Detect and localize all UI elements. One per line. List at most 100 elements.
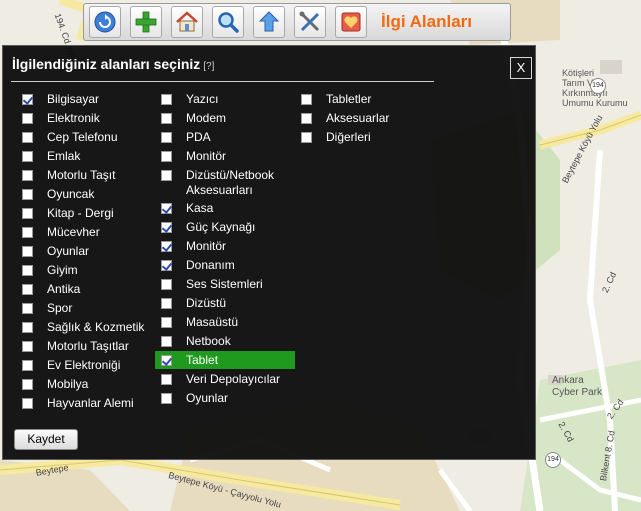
interest-checkbox[interactable] (161, 222, 172, 233)
interest-checkbox[interactable] (161, 170, 172, 181)
interest-option[interactable]: Motorlu Taşıt (22, 166, 167, 185)
interest-checkbox[interactable] (161, 279, 172, 290)
interest-checkbox[interactable] (22, 379, 33, 390)
interest-label: Hayvanlar Alemi (47, 396, 134, 410)
interests-dialog: İlgilendiğiniz alanları seçiniz [?] X Bil… (2, 45, 536, 460)
interest-checkbox[interactable] (161, 241, 172, 252)
help-link[interactable]: [?] (203, 61, 214, 72)
interest-option[interactable]: Kitap - Dergi (22, 204, 167, 223)
interest-checkbox[interactable] (22, 132, 33, 143)
interest-option[interactable]: Masaüstü (161, 313, 306, 332)
interest-checkbox[interactable] (22, 208, 33, 219)
interest-checkbox[interactable] (22, 303, 33, 314)
interest-option[interactable]: Modem (161, 109, 306, 128)
interest-checkbox[interactable] (161, 374, 172, 385)
interest-checkbox[interactable] (22, 189, 33, 200)
interest-checkbox[interactable] (22, 94, 33, 105)
interest-label: Ses Sistemleri (186, 277, 263, 291)
interest-option[interactable]: Emlak (22, 147, 167, 166)
interest-option[interactable]: Mobilya (22, 375, 167, 394)
interest-option[interactable]: Veri Depolayıcılar (161, 370, 306, 389)
refresh-button[interactable] (89, 6, 121, 38)
interest-checkbox[interactable] (161, 113, 172, 124)
interest-label: Kasa (186, 201, 214, 215)
interest-label: Kitap - Dergi (47, 206, 114, 220)
interest-option[interactable]: Ses Sistemleri (161, 275, 306, 294)
interest-checkbox[interactable] (161, 203, 172, 214)
road-shield-194-b: 194 (545, 452, 561, 468)
interest-option[interactable]: Tabletler (301, 90, 446, 109)
interest-option[interactable]: Monitör (161, 147, 306, 166)
interest-checkbox[interactable] (301, 132, 312, 143)
interest-checkbox[interactable] (161, 298, 172, 309)
interest-label: Spor (47, 301, 73, 315)
interest-option[interactable]: Aksesuarlar (301, 109, 446, 128)
interest-label: Emlak (47, 149, 81, 163)
upload-button[interactable] (253, 6, 285, 38)
interest-option[interactable]: Oyunlar (22, 242, 167, 261)
interest-option[interactable]: Cep Telefonu (22, 128, 167, 147)
tools-button[interactable] (294, 6, 326, 38)
interest-option[interactable]: PDA (161, 128, 306, 147)
interest-label: Tabletler (326, 92, 372, 106)
add-button[interactable] (130, 6, 162, 38)
interest-option[interactable]: Diğerleri (301, 128, 446, 147)
interest-option[interactable]: Ev Elektroniği (22, 356, 167, 375)
interest-option[interactable]: Monitör (161, 237, 306, 256)
interest-option[interactable]: Giyim (22, 261, 167, 280)
interest-checkbox[interactable] (161, 336, 172, 347)
interest-option[interactable]: Netbook (161, 332, 306, 351)
upload-arrow-icon (258, 11, 280, 32)
interest-checkbox[interactable] (22, 227, 33, 238)
interest-option[interactable]: Mücevher (22, 223, 167, 242)
interest-checkbox[interactable] (161, 151, 172, 162)
interest-option[interactable]: Hayvanlar Alemi (22, 394, 167, 413)
interest-checkbox[interactable] (161, 393, 172, 404)
dialog-title-text: İlgilendiğiniz alanları seçiniz (12, 56, 201, 72)
interest-option[interactable]: Elektronik (22, 109, 167, 128)
interest-checkbox[interactable] (22, 170, 33, 181)
interest-checkbox[interactable] (301, 113, 312, 124)
interest-label: Motorlu Taşıtlar (47, 339, 129, 353)
interest-checkbox[interactable] (22, 398, 33, 409)
interest-option[interactable]: Donanım (161, 256, 306, 275)
interest-option[interactable]: Sağlık & Kozmetik (22, 318, 167, 337)
interest-label: Aksesuarlar (326, 111, 390, 125)
interest-option[interactable]: Spor (22, 299, 167, 318)
interest-checkbox[interactable] (161, 94, 172, 105)
interest-label: Netbook (186, 334, 231, 348)
home-button[interactable] (171, 6, 203, 38)
save-button[interactable]: Kaydet (14, 429, 78, 450)
interest-label: Masaüstü (186, 315, 239, 329)
magnifier-icon (218, 12, 239, 33)
interest-checkbox[interactable] (161, 355, 172, 366)
interest-option[interactable]: Yazıcı (161, 90, 306, 109)
interest-checkbox[interactable] (22, 113, 33, 124)
interest-checkbox[interactable] (22, 151, 33, 162)
interest-checkbox[interactable] (301, 94, 312, 105)
interest-checkbox[interactable] (161, 317, 172, 328)
interest-checkbox[interactable] (22, 322, 33, 333)
interest-column-1: Bilgisayar Elektronik Cep Telefonu Emlak Mot… (22, 90, 167, 413)
interest-option[interactable]: Dizüstü (161, 294, 306, 313)
interest-option[interactable]: Kasa (161, 199, 306, 218)
interest-option[interactable]: Tablet (155, 351, 306, 370)
interest-option[interactable]: Antika (22, 280, 167, 299)
search-button[interactable] (212, 6, 244, 38)
interest-checkbox[interactable] (22, 246, 33, 257)
interest-option[interactable]: Oyuncak (22, 185, 167, 204)
interest-option[interactable]: Bilgisayar (22, 90, 167, 109)
interest-checkbox[interactable] (161, 260, 172, 271)
interest-option[interactable]: Oyunlar (161, 389, 306, 408)
interest-option[interactable]: Güç Kaynağı (161, 218, 306, 237)
interest-option[interactable]: Dizüstü/Netbook Aksesuarları (161, 166, 306, 199)
interest-checkbox[interactable] (22, 284, 33, 295)
interest-checkbox[interactable] (22, 360, 33, 371)
interest-checkbox[interactable] (22, 341, 33, 352)
interest-checkbox[interactable] (161, 132, 172, 143)
plus-icon (135, 11, 157, 33)
interests-button[interactable] (335, 6, 367, 38)
close-button[interactable]: X (510, 57, 532, 79)
interest-option[interactable]: Motorlu Taşıtlar (22, 337, 167, 356)
interest-checkbox[interactable] (22, 265, 33, 276)
